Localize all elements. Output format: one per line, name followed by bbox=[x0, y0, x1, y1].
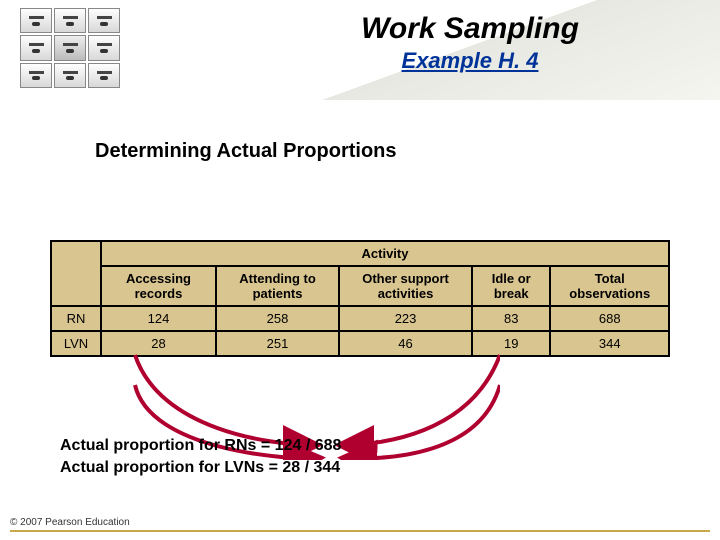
col-header: Other support activities bbox=[339, 266, 472, 306]
section-heading: Determining Actual Proportions bbox=[95, 140, 397, 163]
col-header: Idle or break bbox=[472, 266, 551, 306]
slide-header: Work Sampling Example H. 4 bbox=[0, 0, 720, 100]
calculation-text: Actual proportion for RNs = 124 / 688 Ac… bbox=[60, 435, 341, 478]
cell: 251 bbox=[216, 331, 339, 356]
table-row: RN 124 258 223 83 688 bbox=[51, 306, 669, 331]
table-row: LVN 28 251 46 19 344 bbox=[51, 331, 669, 356]
row-label: RN bbox=[51, 306, 101, 331]
row-label: LVN bbox=[51, 331, 101, 356]
calc-line-lvn: Actual proportion for LVNs = 28 / 344 bbox=[60, 457, 341, 479]
filing-cabinet-icon bbox=[20, 8, 120, 88]
cell: 124 bbox=[101, 306, 216, 331]
calc-line-rn: Actual proportion for RNs = 124 / 688 bbox=[60, 435, 341, 457]
cell: 46 bbox=[339, 331, 472, 356]
data-table: Activity Accessing records Attending to … bbox=[50, 240, 670, 357]
col-header: Attending to patients bbox=[216, 266, 339, 306]
cell: 223 bbox=[339, 306, 472, 331]
col-header: Total observations bbox=[550, 266, 669, 306]
cell: 258 bbox=[216, 306, 339, 331]
cell: 28 bbox=[101, 331, 216, 356]
slide-subtitle: Example H. 4 bbox=[260, 48, 680, 74]
cell: 83 bbox=[472, 306, 551, 331]
table-group-header: Activity bbox=[101, 241, 669, 266]
cell: 688 bbox=[550, 306, 669, 331]
slide-title: Work Sampling bbox=[260, 12, 680, 46]
cell: 344 bbox=[550, 331, 669, 356]
cell: 19 bbox=[472, 331, 551, 356]
col-header: Accessing records bbox=[101, 266, 216, 306]
copyright-footer: © 2007 Pearson Education bbox=[10, 517, 710, 532]
